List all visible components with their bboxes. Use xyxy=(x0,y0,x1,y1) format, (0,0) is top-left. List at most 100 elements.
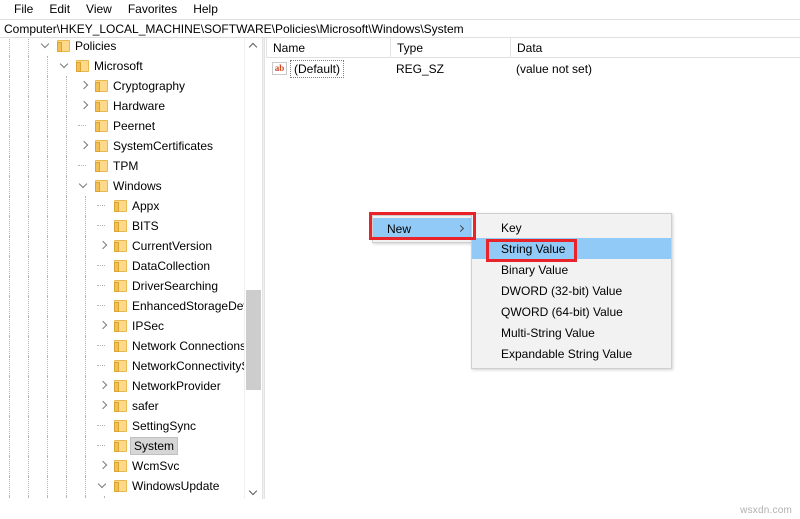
tree-item-datacollection[interactable]: DataCollection xyxy=(0,256,245,276)
tree-item-label: Cryptography xyxy=(113,79,186,93)
registry-tree-scrollport: Policies Microsoft Cryptography Hardware Pee… xyxy=(0,38,245,501)
submenu-item-string-value[interactable]: String Value xyxy=(472,238,671,259)
tree-item-microsoft[interactable]: Microsoft xyxy=(0,56,245,76)
menu-item-help[interactable]: Help xyxy=(185,0,226,19)
tree-item-driversearching[interactable]: DriverSearching xyxy=(0,276,245,296)
folder-icon xyxy=(114,260,127,272)
tree-item-networkprovider[interactable]: NetworkProvider xyxy=(0,376,245,396)
tree-item-cryptography[interactable]: Cryptography xyxy=(0,76,245,96)
tree-item-ipsec[interactable]: IPSec xyxy=(0,316,245,336)
folder-icon xyxy=(76,60,89,72)
tree-item-label: SettingSync xyxy=(132,419,197,433)
folder-icon xyxy=(114,320,127,332)
menu-item-favorites[interactable]: Favorites xyxy=(120,0,185,19)
chevron-right-icon[interactable] xyxy=(76,96,95,116)
tree-item-windowsupdate[interactable]: WindowsUpdate xyxy=(0,476,245,496)
tree-item-windows[interactable]: Windows xyxy=(0,176,245,196)
folder-icon xyxy=(95,120,108,132)
tree-item-label: NetworkConnectivityS xyxy=(132,359,245,373)
submenu-item-multi-string-value[interactable]: Multi-String Value xyxy=(472,322,671,343)
tree-item-bits[interactable]: BITS xyxy=(0,216,245,236)
column-header-label: Data xyxy=(517,40,543,55)
menu-item-file[interactable]: File xyxy=(6,0,41,19)
tree-item-network-connections[interactable]: Network Connections xyxy=(0,336,245,356)
column-header-name[interactable]: Name xyxy=(266,38,390,58)
chevron-right-icon[interactable] xyxy=(95,396,114,416)
tree-item-label: DataCollection xyxy=(132,259,211,273)
value-data-cell: (value not set) xyxy=(510,58,800,79)
tree-item-tpm[interactable]: TPM xyxy=(0,156,245,176)
tree-item-policies[interactable]: Policies xyxy=(0,38,245,56)
chevron-right-icon[interactable] xyxy=(95,236,114,256)
tree-item-label: DriverSearching xyxy=(132,279,219,293)
submenu-item-qword-64-bit-value[interactable]: QWORD (64-bit) Value xyxy=(472,301,671,322)
tree-item-enhancedstoragedev[interactable]: EnhancedStorageDev xyxy=(0,296,245,316)
tree-item-label: Hardware xyxy=(113,99,166,113)
context-menu-item-new[interactable]: New xyxy=(373,218,471,240)
chevron-down-icon[interactable] xyxy=(76,176,95,196)
column-header-data[interactable]: Data xyxy=(510,38,800,58)
tree-vertical-scrollbar[interactable] xyxy=(244,38,261,501)
submenu-item-binary-value[interactable]: Binary Value xyxy=(472,259,671,280)
folder-icon xyxy=(114,480,127,492)
column-header-type[interactable]: Type xyxy=(390,38,510,58)
tree-vertical-scroll-thumb[interactable] xyxy=(246,290,261,390)
tree-item-label: System xyxy=(129,437,179,455)
tree-item-systemcertificates[interactable]: SystemCertificates xyxy=(0,136,245,156)
folder-icon xyxy=(114,200,127,212)
tree-item-peernet[interactable]: Peernet xyxy=(0,116,245,136)
tree-leaf-connector xyxy=(95,436,114,456)
chevron-right-icon[interactable] xyxy=(76,76,95,96)
chevron-right-icon[interactable] xyxy=(95,316,114,336)
tree-leaf-connector xyxy=(95,296,114,316)
tree-leaf-connector xyxy=(95,356,114,376)
tree-item-networkconnectivitys[interactable]: NetworkConnectivityS xyxy=(0,356,245,376)
submenu-item-label: Multi-String Value xyxy=(501,325,595,340)
tree-item-label: Policies xyxy=(75,39,117,53)
tree-item-system[interactable]: System xyxy=(0,436,245,456)
submenu-item-label: Expandable String Value xyxy=(501,346,633,361)
address-bar[interactable]: Computer\HKEY_LOCAL_MACHINE\SOFTWARE\Pol… xyxy=(0,19,800,38)
tree-item-label: NetworkProvider xyxy=(132,379,221,393)
tree-item-label: IPSec xyxy=(132,319,165,333)
tree-item-hardware[interactable]: Hardware xyxy=(0,96,245,116)
value-row[interactable]: ab (Default) REG_SZ (value not set) xyxy=(266,58,800,79)
submenu-item-dword-32-bit-value[interactable]: DWORD (32-bit) Value xyxy=(472,280,671,301)
menu-item-edit[interactable]: Edit xyxy=(41,0,78,19)
menu-item-view[interactable]: View xyxy=(78,0,120,19)
value-data-label: (value not set) xyxy=(516,61,593,76)
tree-item-label: EnhancedStorageDev xyxy=(132,299,245,313)
scroll-up-arrow-icon[interactable] xyxy=(245,38,261,55)
chevron-down-icon[interactable] xyxy=(38,38,57,56)
chevron-down-icon[interactable] xyxy=(57,56,76,76)
chevron-right-icon[interactable] xyxy=(95,376,114,396)
tree-item-label: Windows xyxy=(113,179,162,193)
tree-item-appx[interactable]: Appx xyxy=(0,196,245,216)
chevron-right-icon[interactable] xyxy=(95,456,114,476)
tree-item-currentversion[interactable]: CurrentVersion xyxy=(0,236,245,256)
chevron-right-icon[interactable] xyxy=(76,136,95,156)
panel-splitter[interactable] xyxy=(262,38,265,519)
submenu-item-label: Key xyxy=(501,220,522,235)
tree-leaf-connector xyxy=(95,336,114,356)
submenu-item-expandable-string-value[interactable]: Expandable String Value xyxy=(472,343,671,364)
tree-item-label: Peernet xyxy=(113,119,156,133)
submenu-chevron-right-icon xyxy=(456,224,465,233)
tree-item-label: safer xyxy=(132,399,159,413)
tree-item-wcmsvc[interactable]: WcmSvc xyxy=(0,456,245,476)
tree-item-settingsync[interactable]: SettingSync xyxy=(0,416,245,436)
chevron-down-icon[interactable] xyxy=(95,476,114,496)
tree-item-safer[interactable]: safer xyxy=(0,396,245,416)
submenu-item-key[interactable]: Key xyxy=(472,217,671,238)
